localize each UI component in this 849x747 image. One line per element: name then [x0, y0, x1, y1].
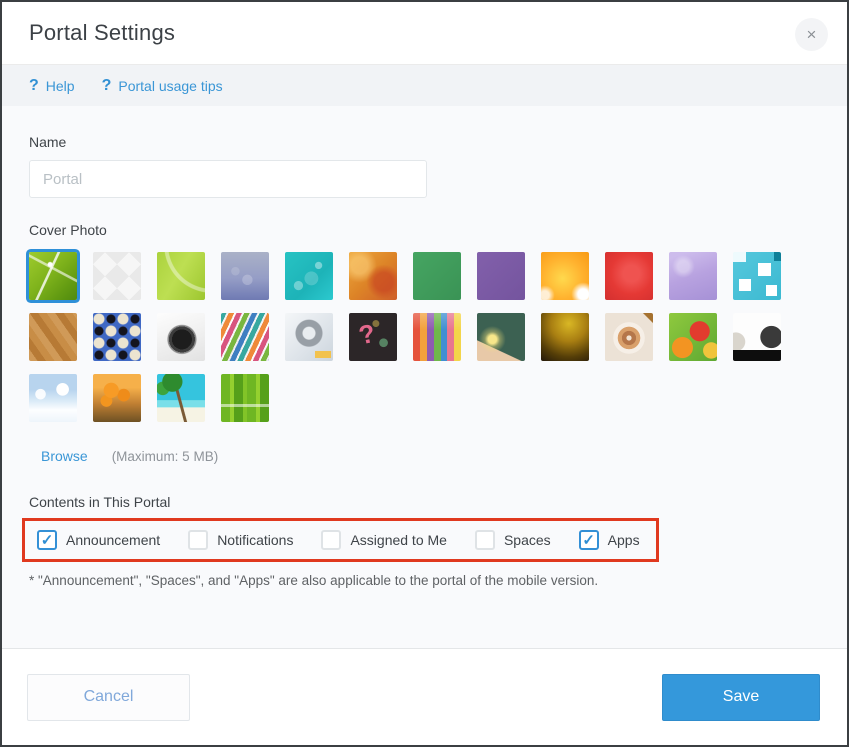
- cover-photo-lightbulb-chalkboard[interactable]: [477, 313, 525, 361]
- cover-photo-lavender-bokeh[interactable]: [221, 252, 269, 300]
- annotation-highlight-box: ✓ Announcement ✓ Notifications ✓ Assigned to …: [22, 518, 659, 562]
- dialog-content: Name Cover Photo Browse (Maximum: 5 MB) …: [2, 106, 847, 648]
- checkbox-label-announcement: Announcement: [66, 532, 160, 548]
- cover-photo-book-stack[interactable]: [221, 313, 269, 361]
- help-link[interactable]: ? Help: [29, 77, 75, 95]
- cover-photo-gear-sketch[interactable]: [285, 313, 333, 361]
- cover-photo-gray-diamonds[interactable]: [93, 252, 141, 300]
- checked-checkbox-icon[interactable]: ✓: [37, 530, 57, 550]
- checkbox-label-notifications: Notifications: [217, 532, 293, 548]
- checkbox-label-apps: Apps: [608, 532, 640, 548]
- cover-photo-wood-weave[interactable]: [29, 313, 77, 361]
- cover-photo-green-felt[interactable]: [413, 252, 461, 300]
- cover-photo-purple-felt[interactable]: [477, 252, 525, 300]
- cover-photo-bamboo[interactable]: [221, 374, 269, 422]
- cover-photo-orange-abstract[interactable]: [349, 252, 397, 300]
- checkbox-label-assigned-to-me: Assigned to Me: [350, 532, 447, 548]
- cover-photo-teal-cubes[interactable]: [733, 252, 781, 300]
- cancel-button[interactable]: Cancel: [27, 674, 190, 721]
- checkbox-item-notifications[interactable]: ✓ Notifications: [188, 530, 293, 550]
- checked-checkbox-icon[interactable]: ✓: [579, 530, 599, 550]
- help-link-label: Help: [46, 78, 75, 94]
- portal-usage-tips-link[interactable]: ? Portal usage tips: [102, 77, 223, 95]
- question-mark-icon: ?: [102, 77, 112, 95]
- portal-settings-dialog: Portal Settings × ? Help ? Portal usage …: [0, 0, 849, 747]
- cover-photo-compass[interactable]: [157, 313, 205, 361]
- cover-photo-cat-and-dog[interactable]: [733, 313, 781, 361]
- cover-photo-blue-mosaic[interactable]: [93, 313, 141, 361]
- name-input[interactable]: [29, 160, 427, 198]
- dialog-title: Portal Settings: [29, 20, 175, 46]
- cover-photo-winter-trees[interactable]: [29, 374, 77, 422]
- cover-photo-green-leaf[interactable]: [29, 252, 77, 300]
- checkbox-item-spaces[interactable]: ✓ Spaces: [475, 530, 551, 550]
- cover-photo-palm-beach[interactable]: [157, 374, 205, 422]
- question-mark-icon: ?: [29, 77, 39, 95]
- cover-photo-label: Cover Photo: [29, 222, 820, 238]
- dialog-header: Portal Settings ×: [2, 2, 847, 65]
- contents-label: Contents in This Portal: [29, 494, 820, 510]
- checkbox-item-announcement[interactable]: ✓ Announcement: [37, 530, 160, 550]
- checkbox-item-assigned-to-me[interactable]: ✓ Assigned to Me: [321, 530, 447, 550]
- checkbox-item-apps[interactable]: ✓ Apps: [579, 530, 640, 550]
- close-icon: ×: [807, 26, 817, 43]
- cover-photo-red-flower[interactable]: [605, 252, 653, 300]
- browse-row: Browse (Maximum: 5 MB): [29, 448, 820, 464]
- cover-photo-grid: [29, 252, 799, 422]
- cover-photo-latte-art[interactable]: [605, 313, 653, 361]
- mobile-version-note: * "Announcement", "Spaces", and "Apps" a…: [29, 573, 820, 588]
- cover-photo-colored-pencils[interactable]: [413, 313, 461, 361]
- checkbox-label-spaces: Spaces: [504, 532, 551, 548]
- portal-usage-tips-label: Portal usage tips: [118, 78, 222, 94]
- help-bar: ? Help ? Portal usage tips: [2, 65, 847, 106]
- cover-photo-purple-flower[interactable]: [669, 252, 717, 300]
- max-size-note: (Maximum: 5 MB): [112, 449, 219, 464]
- checkmark-icon: ✓: [41, 533, 54, 548]
- cover-photo-teal-swirl[interactable]: [285, 252, 333, 300]
- unchecked-checkbox-icon[interactable]: ✓: [321, 530, 341, 550]
- cover-photo-lime-green[interactable]: [157, 252, 205, 300]
- cover-photo-orange-lily[interactable]: [541, 252, 589, 300]
- unchecked-checkbox-icon[interactable]: ✓: [475, 530, 495, 550]
- dialog-footer: Cancel Save: [2, 648, 847, 745]
- cover-photo-amber-glow[interactable]: [541, 313, 589, 361]
- name-label: Name: [29, 134, 820, 150]
- cover-photo-vegetables[interactable]: [669, 313, 717, 361]
- unchecked-checkbox-icon[interactable]: ✓: [188, 530, 208, 550]
- close-button[interactable]: ×: [795, 18, 828, 51]
- checkmark-icon: ✓: [582, 533, 595, 548]
- browse-link[interactable]: Browse: [41, 448, 88, 464]
- save-button[interactable]: Save: [662, 674, 820, 721]
- cover-photo-question-marks-chalkboard[interactable]: [349, 313, 397, 361]
- cover-photo-pumpkin-basket[interactable]: [93, 374, 141, 422]
